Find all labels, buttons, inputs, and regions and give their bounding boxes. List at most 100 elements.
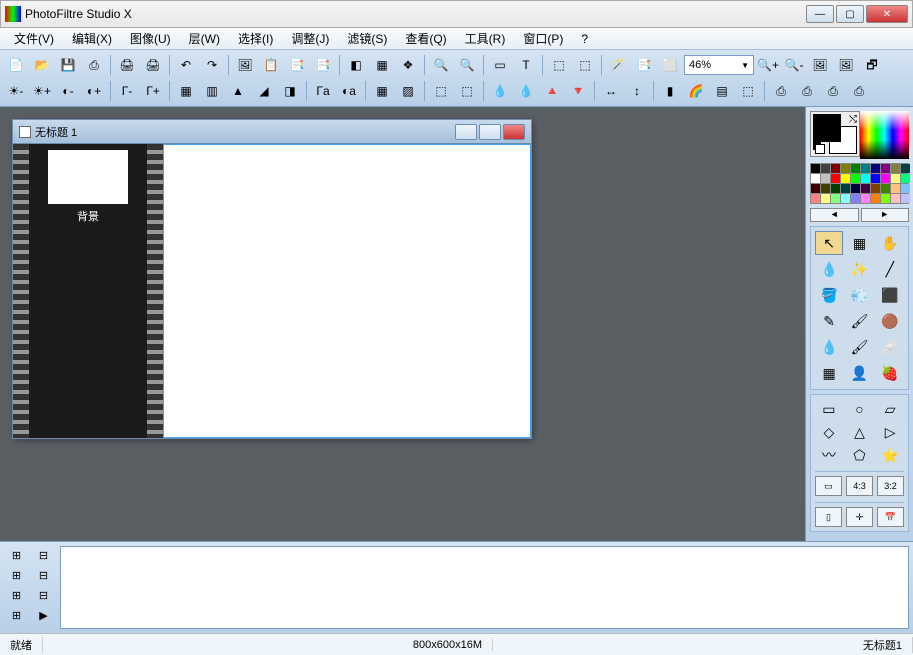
tb2-btn-2[interactable]: ◐- [56,80,80,102]
palette-color-4[interactable] [851,164,860,173]
palette-color-35[interactable] [861,194,870,203]
tool-1[interactable]: ▦ [845,231,873,255]
tb1-btn-9[interactable]: ↷ [200,54,224,76]
action-btn-1[interactable]: ⊟ [31,546,56,564]
tb1-btn-14[interactable]: 📑 [311,54,335,76]
palette-color-37[interactable] [881,194,890,203]
layer-thumbnail[interactable] [48,150,128,204]
shape-opt-4[interactable]: ✛ [846,507,873,527]
palette-color-32[interactable] [831,194,840,203]
tool-9[interactable]: ✎ [815,309,843,333]
shape-7[interactable]: ⬠ [846,445,874,465]
tb1-btn-23[interactable]: ▭ [488,54,512,76]
swap-colors-icon[interactable]: ⤭ [849,114,857,125]
tool-11[interactable]: 🟤 [876,309,904,333]
palette-color-10[interactable] [811,174,820,183]
palette-color-29[interactable] [901,184,910,193]
shape-5[interactable]: ▷ [876,422,904,442]
tb2-btn-20[interactable]: ⬚ [429,80,453,102]
shape-opt-3[interactable]: ▯ [815,507,842,527]
action-btn-2[interactable]: ⊞ [4,566,29,584]
tb2-btn-12[interactable]: ◨ [278,80,302,102]
canvas[interactable] [163,144,531,438]
action-btn-7[interactable]: ▶ [31,606,56,624]
palette-color-0[interactable] [811,164,820,173]
document-titlebar[interactable]: 无标题 1 [13,120,531,144]
tb1-btn-30[interactable]: 📑 [632,54,656,76]
menu-item-4[interactable]: 选择(I) [230,28,281,49]
shape-6[interactable]: 〰 [815,445,843,465]
palette-next-button[interactable]: ► [861,208,910,222]
tb2-btn-26[interactable]: 🔻 [566,80,590,102]
tb2-btn-37[interactable]: ⎙ [795,80,819,102]
tool-2[interactable]: ✋ [876,231,904,255]
tool-6[interactable]: 🪣 [815,283,843,307]
tb1-btn-20[interactable]: 🔍 [429,54,453,76]
menu-item-7[interactable]: 查看(Q) [397,28,454,49]
palette-color-14[interactable] [851,174,860,183]
palette-color-18[interactable] [891,174,900,183]
palette-color-26[interactable] [871,184,880,193]
tb2-btn-39[interactable]: ⎙ [847,80,871,102]
tool-7[interactable]: 💨 [845,283,873,307]
tb1-btn-3[interactable]: ⎙ [82,54,106,76]
tb1-btn-12[interactable]: 📋 [259,54,283,76]
shape-1[interactable]: ○ [846,399,874,419]
tb1-btn-27[interactable]: ⬚ [573,54,597,76]
palette-color-17[interactable] [881,174,890,183]
tb2-btn-8[interactable]: ▦ [174,80,198,102]
palette-color-3[interactable] [841,164,850,173]
palette-color-11[interactable] [821,174,830,183]
tool-14[interactable]: 🩹 [876,335,904,359]
shape-opt-1[interactable]: 4:3 [846,476,873,496]
tb2-btn-25[interactable]: 🔺 [540,80,564,102]
menu-item-3[interactable]: 层(W) [181,28,228,49]
tb2-btn-3[interactable]: ◐+ [82,80,106,102]
history-strip[interactable] [60,546,909,629]
tb1-btn-24[interactable]: T [514,54,538,76]
tb2-btn-24[interactable]: 💧 [514,80,538,102]
tb2-btn-36[interactable]: ⎙ [769,80,793,102]
tool-13[interactable]: 🖌 [845,335,873,359]
doc-maximize-button[interactable] [479,124,501,140]
palette-color-33[interactable] [841,194,850,203]
tb2-btn-29[interactable]: ↕ [625,80,649,102]
tb1-btn-13[interactable]: 📑 [285,54,309,76]
palette-color-20[interactable] [811,184,820,193]
tb2-btn-23[interactable]: 💧 [488,80,512,102]
shape-opt-0[interactable]: ▭ [815,476,842,496]
shape-0[interactable]: ▭ [815,399,843,419]
maximize-button[interactable]: ▢ [836,5,864,23]
tb1-btn-0[interactable]: 📄 [4,54,28,76]
palette-color-16[interactable] [871,174,880,183]
palette-color-23[interactable] [841,184,850,193]
tool-8[interactable]: ⬛ [876,283,904,307]
tb1-btn-5[interactable]: 🖨 [115,54,139,76]
action-btn-0[interactable]: ⊞ [4,546,29,564]
shape-2[interactable]: ▱ [876,399,904,419]
palette-prev-button[interactable]: ◄ [810,208,859,222]
tb1-btn-26[interactable]: ⬚ [547,54,571,76]
tb2-btn-1[interactable]: ☀+ [30,80,54,102]
tb1-btn-11[interactable]: 🖼 [233,54,257,76]
palette-color-1[interactable] [821,164,830,173]
tb2-btn-6[interactable]: Γ+ [141,80,165,102]
tb2-btn-0[interactable]: ☀- [4,80,28,102]
palette-color-39[interactable] [901,194,910,203]
action-btn-5[interactable]: ⊟ [31,586,56,604]
tool-15[interactable]: ▦ [815,361,843,385]
tb1-btn-31[interactable]: ⬜ [658,54,682,76]
zoom-combo[interactable]: 46%▼ [684,55,754,75]
tb2-btn-31[interactable]: ▮ [658,80,682,102]
color-spectrum[interactable] [860,111,909,159]
action-btn-6[interactable]: ⊞ [4,606,29,624]
palette-color-19[interactable] [901,174,910,183]
document-window[interactable]: 无标题 1 背景 [12,119,532,439]
tb2-btn-32[interactable]: 🌈 [684,80,708,102]
palette-color-5[interactable] [861,164,870,173]
menu-item-8[interactable]: 工具(R) [457,28,514,49]
palette-color-27[interactable] [881,184,890,193]
tb1-btn-18[interactable]: ❖ [396,54,420,76]
menu-item-5[interactable]: 调整(J) [283,28,337,49]
palette-color-38[interactable] [891,194,900,203]
